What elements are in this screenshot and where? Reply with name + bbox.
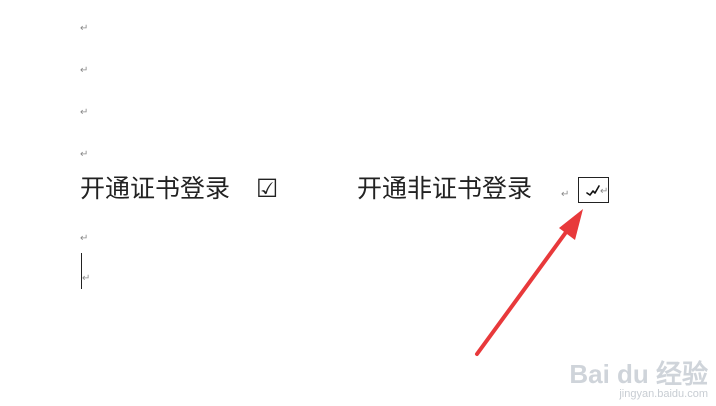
watermark-url: jingyan.baidu.com (619, 388, 708, 400)
watermark: Bai du 经验 jingyan.baidu.com (569, 360, 708, 400)
annotation-arrow (475, 209, 583, 356)
document-page[interactable]: ↵ ↵ ↵ ↵ 开通证书登录 ☑ 开通非证书登录 ↵ ↵ ↵ ↵ Bai du … (0, 0, 716, 406)
watermark-brand: Bai du 经验 (569, 359, 708, 389)
